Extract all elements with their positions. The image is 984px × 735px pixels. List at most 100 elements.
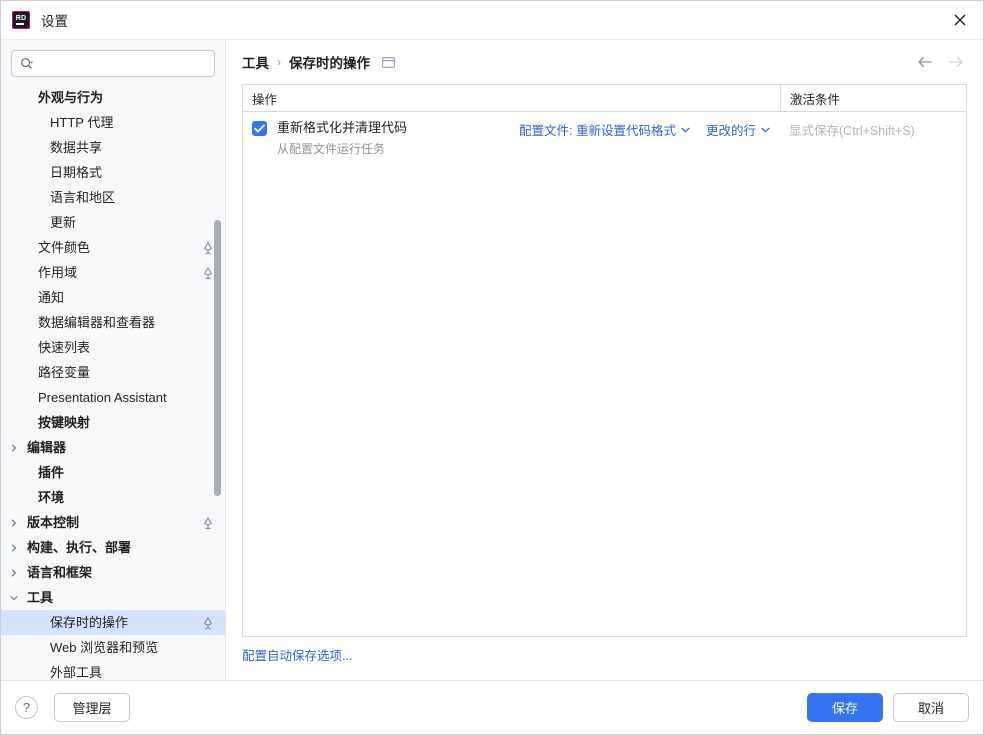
- window-icon[interactable]: [382, 56, 395, 68]
- row-subtitle: 从配置文件运行任务: [277, 142, 386, 156]
- sidebar-item-5[interactable]: 更新: [1, 210, 225, 235]
- row-controls: 配置文件: 重新设置代码格式 更改的行: [519, 120, 780, 139]
- sidebar-item-4[interactable]: 语言和地区: [1, 185, 225, 210]
- window-title: 设置: [41, 14, 68, 29]
- tree-expand-toggle[interactable]: [7, 560, 21, 585]
- row-title: 重新格式化并清理代码: [277, 120, 408, 135]
- sidebar-item-10[interactable]: 快速列表: [1, 335, 225, 360]
- sidebar-item-7[interactable]: 作用域: [1, 260, 225, 285]
- save-button[interactable]: 保存: [807, 693, 883, 722]
- search-container: [1, 40, 225, 83]
- tree-expand-toggle[interactable]: [7, 535, 21, 560]
- sidebar-scrollbar-thumb[interactable]: [214, 220, 221, 496]
- sidebar-item-16[interactable]: 环境: [1, 485, 225, 510]
- settings-dialog: RD 设置 外观与行为 HTTP 代理 数据共享 日期格式 语言和地区 更新 文…: [0, 0, 984, 735]
- sidebar-item-6[interactable]: 文件颜色: [1, 235, 225, 260]
- cancel-button[interactable]: 取消: [893, 693, 969, 722]
- sidebar-item-label: 按键映射: [38, 415, 91, 430]
- help-button[interactable]: ?: [15, 696, 38, 719]
- modified-marker-icon: [204, 241, 212, 254]
- sidebar-item-9[interactable]: 数据编辑器和查看器: [1, 310, 225, 335]
- sidebar-item-label: 路径变量: [38, 365, 91, 380]
- chevron-down-icon: [681, 127, 690, 133]
- modified-marker-icon: [203, 516, 213, 529]
- sidebar-item-17[interactable]: 版本控制: [1, 510, 225, 535]
- sidebar-item-label: 更新: [50, 215, 77, 230]
- app-logo-text: RD: [15, 15, 27, 22]
- sidebar-item-label: 语言和地区: [50, 190, 116, 205]
- chevron-right-icon: [11, 543, 17, 552]
- app-logo-underline: [16, 23, 24, 25]
- scope-dropdown[interactable]: 更改的行: [706, 120, 770, 139]
- modified-marker-icon: [203, 241, 213, 254]
- search-icon: [21, 58, 33, 69]
- sidebar-item-18[interactable]: 构建、执行、部署: [1, 535, 225, 560]
- tree-expand-toggle[interactable]: [7, 435, 21, 460]
- search-input[interactable]: [38, 51, 206, 76]
- sidebar-item-label: 版本控制: [27, 515, 80, 530]
- sidebar-item-label: 工具: [27, 590, 54, 605]
- sidebar-item-23[interactable]: 外部工具: [1, 660, 225, 680]
- search-box[interactable]: [11, 50, 215, 77]
- sidebar-item-label: Presentation Assistant: [38, 390, 167, 405]
- scope-dropdown-label: 更改的行: [705, 124, 756, 138]
- app-logo-rider: RD: [12, 11, 30, 29]
- sidebar-item-8[interactable]: 通知: [1, 285, 225, 310]
- sidebar-item-13[interactable]: 按键映射: [1, 410, 225, 435]
- sidebar-item-label: 文件颜色: [38, 240, 91, 255]
- sidebar-item-label: Web 浏览器和预览: [50, 640, 159, 655]
- sidebar-item-22[interactable]: Web 浏览器和预览: [1, 635, 225, 660]
- chevron-right-icon: [11, 518, 17, 527]
- close-button[interactable]: [945, 5, 975, 35]
- nav-arrows: [915, 53, 967, 71]
- sidebar-item-1[interactable]: HTTP 代理: [1, 110, 225, 135]
- sidebar-item-20[interactable]: 工具: [1, 585, 225, 610]
- sidebar-item-label: 通知: [38, 290, 65, 305]
- sidebar-item-label: 外观与行为: [38, 90, 104, 105]
- autosave-link-container: 配置自动保存选项...: [242, 637, 967, 671]
- modified-marker-icon: [204, 516, 212, 529]
- modified-marker-icon: [204, 616, 212, 629]
- manage-layers-button[interactable]: 管理层: [54, 693, 130, 722]
- forward-button[interactable]: [947, 53, 965, 71]
- breadcrumb-root[interactable]: 工具: [242, 52, 269, 72]
- chevron-right-icon: [11, 443, 17, 452]
- sidebar-item-3[interactable]: 日期格式: [1, 160, 225, 185]
- row-checkbox[interactable]: [252, 121, 267, 136]
- footer-actions: 保存 取消: [807, 693, 969, 722]
- sidebar-item-2[interactable]: 数据共享: [1, 135, 225, 160]
- table-row: 重新格式化并清理代码 从配置文件运行任务 配置文件: 重新设置代码格式 更改的行…: [243, 112, 966, 157]
- sidebar-item-label: HTTP 代理: [50, 115, 114, 130]
- sidebar-item-label: 作用域: [38, 265, 78, 280]
- sidebar-item-19[interactable]: 语言和框架: [1, 560, 225, 585]
- sidebar-item-label: 快速列表: [38, 340, 91, 355]
- sidebar-item-12[interactable]: Presentation Assistant: [1, 385, 225, 410]
- sidebar-item-label: 插件: [38, 465, 65, 480]
- settings-sidebar: 外观与行为 HTTP 代理 数据共享日期格式语言和地区更新文件颜色作用域通知数据编辑…: [1, 40, 226, 680]
- tree-collapse-toggle[interactable]: [7, 585, 21, 610]
- sidebar-item-label: 数据共享: [50, 140, 103, 155]
- sidebar-item-21[interactable]: 保存时的操作: [1, 610, 225, 635]
- arrow-right-icon: [948, 56, 963, 68]
- back-button[interactable]: [915, 53, 933, 71]
- column-header-condition: 激活条件: [780, 85, 966, 111]
- modified-marker-icon: [203, 616, 213, 629]
- breadcrumb-separator: ›: [277, 55, 281, 69]
- sidebar-item-label: 保存时的操作: [50, 615, 129, 630]
- check-icon: [254, 124, 265, 133]
- dialog-footer: ? 管理层 保存 取消: [1, 680, 983, 734]
- profile-dropdown[interactable]: 配置文件: 重新设置代码格式: [519, 120, 690, 139]
- sidebar-item-label: 数据编辑器和查看器: [38, 315, 156, 330]
- column-header-action: 操作: [252, 92, 278, 107]
- sidebar-item-15[interactable]: 插件: [1, 460, 225, 485]
- sidebar-item-11[interactable]: 路径变量: [1, 360, 225, 385]
- row-action-cell: 重新格式化并清理代码 从配置文件运行任务 配置文件: 重新设置代码格式 更改的行: [243, 120, 780, 157]
- chevron-down-icon: [10, 595, 18, 600]
- sidebar-item-0[interactable]: 外观与行为: [1, 85, 225, 110]
- configure-autosave-link[interactable]: 配置自动保存选项...: [242, 645, 352, 664]
- tree-expand-toggle[interactable]: [7, 510, 21, 535]
- sidebar-item-14[interactable]: 编辑器: [1, 435, 225, 460]
- arrow-left-icon: [917, 56, 932, 68]
- profile-dropdown-label: 配置文件: 重新设置代码格式: [519, 124, 676, 138]
- actions-table: 操作 激活条件 重新格式化并清理代码 从配置文件运行任务 配置文件: 重新设置代…: [242, 84, 967, 637]
